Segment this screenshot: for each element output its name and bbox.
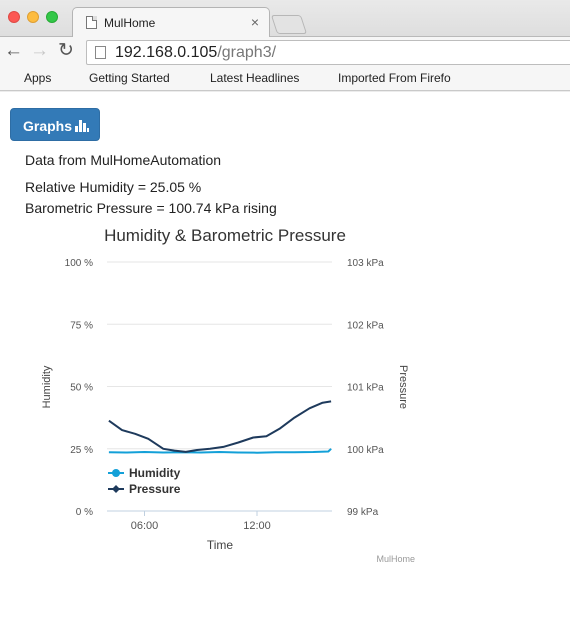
new-tab-button[interactable] [270,15,308,34]
url-host: 192.168.0.105 [115,44,218,61]
y-tick-label: 0 % [76,507,93,518]
bookmark-imported-from-firefox[interactable]: Imported From Firefo [338,71,453,85]
bookmark-apps[interactable]: Apps [24,71,51,85]
reload-icon[interactable]: ↻ [58,41,74,61]
chart-title: Humidity & Barometric Pressure [104,226,346,245]
humidity-reading: Relative Humidity = 25.05 % [25,179,202,195]
y-tick-label: 75 % [70,320,93,331]
url-path: /graph3/ [217,44,277,61]
page-icon [86,16,97,29]
bookmarks-bar: Apps Getting Started Latest Headlines Im… [0,67,570,151]
y-right-tick-label: 99 kPa [347,507,379,518]
legend-item[interactable]: Humidity [129,466,181,480]
y-axis-right-ticks: 99 kPa 100 kPa 101 kPa 102 kPa 103 kPa [347,258,384,518]
browser-toolbar: ← → ↻ 192.168.0.105/graph3/ [0,37,570,67]
legend-item[interactable]: Pressure [129,482,181,496]
chart-legend: Humidity Pressure [108,466,181,496]
x-tick-label: 12:00 [243,520,271,532]
x-axis-ticks: 06:00 12:00 [131,511,271,532]
y-right-tick-label: 102 kPa [347,320,384,331]
y-axis-left-label: Humidity [41,365,53,408]
tab-title: MulHome [104,16,156,30]
graphs-button[interactable]: Graphs [10,108,100,141]
address-bar[interactable]: 192.168.0.105/graph3/ [86,40,570,65]
window-close-button[interactable] [8,11,20,23]
y-right-tick-label: 101 kPa [347,383,384,394]
browser-chrome: MulHome × ← → ↻ 192.168.0.105/graph3/ Ap… [0,0,570,151]
data-source-heading: Data from MulHomeAutomation [25,152,222,168]
back-arrow-icon[interactable]: ← [4,41,23,61]
y-right-tick-label: 103 kPa [347,258,384,269]
page-icon [95,46,106,59]
tab-strip: MulHome × [0,0,570,38]
y-axis-right-label: Pressure [397,365,409,409]
browser-tab[interactable]: MulHome × [72,7,270,38]
y-tick-label: 25 % [70,445,93,456]
legend-marker [112,469,120,477]
series-line-pressure [108,400,332,453]
y-axis-left-ticks: 0 % 25 % 50 % 75 % 100 % [65,258,93,518]
y-tick-label: 100 % [65,258,93,269]
bookmark-latest-headlines[interactable]: Latest Headlines [210,71,299,85]
graphs-button-label: Graphs [23,118,73,134]
forward-arrow-icon[interactable]: → [30,41,49,61]
y-tick-label: 50 % [70,383,93,394]
bookmark-getting-started[interactable]: Getting Started [89,71,170,85]
pressure-reading: Barometric Pressure = 100.74 kPa rising [25,200,277,216]
x-tick-label: 06:00 [131,520,159,532]
window-maximize-button[interactable] [46,11,58,23]
bar-chart-icon [75,120,89,132]
chart-series [108,400,332,454]
legend-marker [112,485,120,493]
tab-close-icon[interactable]: × [251,14,259,30]
series-line-humidity [108,448,332,454]
page-content: Graphs Data from MulHomeAutomation Relat… [0,92,570,635]
url-text: 192.168.0.105/graph3/ [115,44,276,62]
humidity-pressure-chart: Humidity & Barometric Pressure 0 % 25 % 50… [41,226,415,564]
y-right-tick-label: 100 kPa [347,445,384,456]
window-minimize-button[interactable] [27,11,39,23]
x-axis-label: Time [207,538,234,552]
chart-credits: MulHome [376,554,415,564]
